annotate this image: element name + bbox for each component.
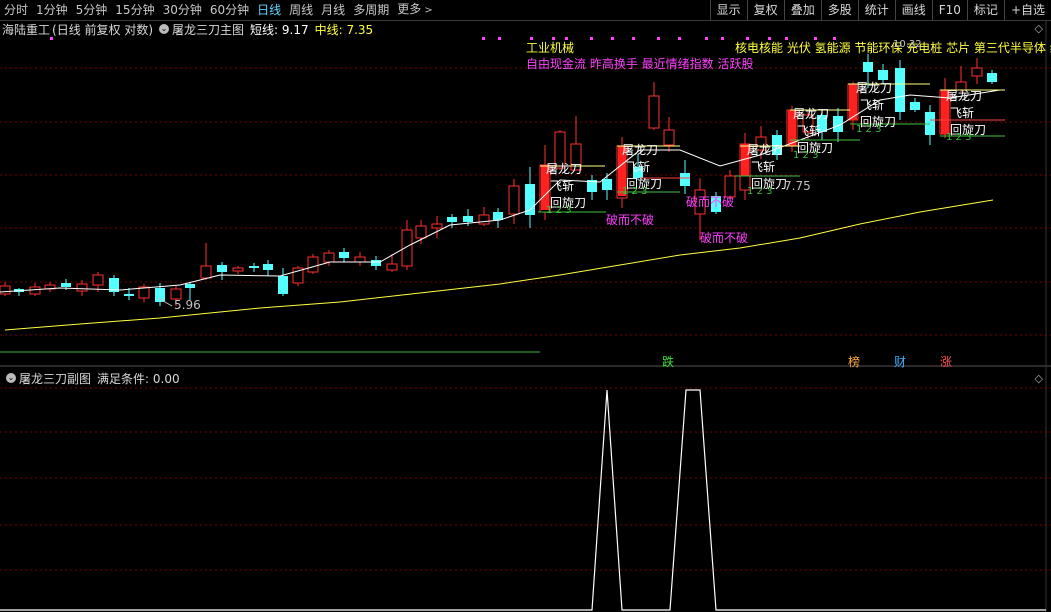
feizhan-label-5: 飞斩	[950, 106, 974, 120]
signal-dot-3	[552, 37, 555, 40]
marker-0: 跌	[662, 354, 674, 369]
candle-body-8	[124, 294, 134, 296]
count-label-4: 1 2 3	[856, 124, 881, 135]
candle-body-33	[508, 185, 520, 215]
candle-body-43	[663, 129, 675, 146]
candle-body-59	[910, 102, 920, 110]
candle-body-2	[29, 286, 41, 295]
candle-body-57	[878, 70, 888, 80]
kline-chart[interactable]: 工业机械 核电核能 光伏 氢能源 节能环保 充电桩 芯片 第三代半导体 约自由现金…	[0, 0, 1051, 612]
candle-body-16	[249, 266, 259, 268]
candle-body-21	[323, 252, 335, 263]
signal-dot-5	[590, 37, 593, 40]
candle-body-14	[217, 265, 227, 272]
signal-dot-11	[721, 37, 724, 40]
signal-dot-left	[50, 37, 53, 40]
signal-dot-16	[833, 37, 836, 40]
tulong-label-3: 屠龙刀	[793, 107, 829, 121]
sub-indicator-line	[0, 389, 1046, 611]
candle-body-27	[415, 225, 427, 239]
signal-dot-13	[768, 37, 771, 40]
chip-price-label: 7.75	[784, 179, 811, 193]
signal-dot-10	[705, 37, 708, 40]
signal-dot-14	[785, 37, 788, 40]
concept-text-left: 工业机械	[526, 40, 574, 55]
signal-dot-6	[611, 37, 614, 40]
signal-dot-12	[746, 37, 749, 40]
candle-body-17	[263, 264, 273, 270]
feizhan-label-2: 飞斩	[751, 160, 775, 174]
candle-body-31	[478, 214, 490, 225]
candle-body-47	[724, 175, 736, 198]
candle-body-28	[431, 223, 443, 229]
candle-body-39	[602, 179, 612, 190]
high-price-label: 10.32	[893, 39, 922, 50]
candle-body-13	[200, 265, 212, 279]
feizhan-label-3: 飞斩	[797, 124, 821, 138]
feizhan-label-1: 飞斩	[626, 160, 650, 174]
marker-1: 榜	[848, 354, 860, 369]
candle-body-20	[307, 256, 319, 273]
candle-body-18	[278, 276, 288, 294]
candle-body-26	[401, 229, 413, 267]
signal-dot-8	[657, 37, 660, 40]
signal-dot-2	[530, 37, 533, 40]
tulong-label-4: 屠龙刀	[856, 81, 892, 95]
count-label-5: 1 2 3	[946, 132, 971, 143]
candle-body-5	[76, 283, 88, 292]
tulong-label-0: 屠龙刀	[546, 162, 582, 176]
candle-body-58	[895, 68, 905, 112]
feizhan-label-0: 飞斩	[550, 179, 574, 193]
candle-body-32	[493, 212, 503, 220]
signal-dot-7	[632, 37, 635, 40]
candle-body-64	[987, 73, 997, 82]
concept-text-line2: 自由现金流 昨高换手 最近情绪指数 活跃股	[526, 56, 753, 71]
candle-body-42	[648, 95, 660, 129]
signal-dot-0	[482, 37, 485, 40]
count-label-3: 1 2 3	[793, 150, 818, 161]
candle-body-0	[0, 285, 11, 295]
candle-body-22	[339, 252, 349, 258]
candle-body-4	[61, 283, 71, 287]
candle-body-23	[354, 256, 366, 263]
tulong-label-1: 屠龙刀	[622, 143, 658, 157]
candle-body-30	[463, 216, 473, 222]
tulong-label-5: 屠龙刀	[946, 89, 982, 103]
candle-body-44	[680, 173, 690, 186]
grid-lines	[0, 20, 1051, 612]
candle-body-29	[447, 217, 457, 222]
signal-dot-1	[498, 37, 501, 40]
candle-body-15	[232, 267, 244, 272]
candle-body-12	[185, 284, 195, 288]
low-price-label: 5.96	[174, 298, 201, 312]
marker-3: 涨	[940, 354, 952, 369]
signal-dot-9	[678, 37, 681, 40]
pomianbupo-label-0: 破而不破	[606, 212, 654, 227]
marker-2: 财	[894, 355, 906, 369]
count-label-0: 1 2 3	[546, 205, 571, 216]
tulong-label-2: 屠龙刀	[747, 143, 783, 157]
candle-body-63	[971, 67, 983, 77]
candle-body-10	[155, 288, 165, 302]
candle-body-6	[92, 274, 104, 286]
candles	[0, 54, 997, 306]
feizhan-label-4: 飞斩	[860, 98, 884, 112]
candle-body-25	[386, 263, 398, 271]
pomianbupo-label-2: 破而不破	[700, 230, 748, 245]
candle-body-56	[863, 62, 873, 72]
pomianbupo-label-1: 破而不破	[686, 194, 734, 209]
count-label-1: 1 2 3	[622, 186, 647, 197]
candle-body-24	[371, 260, 381, 266]
count-label-2: 1 2 3	[747, 186, 772, 197]
signal-dot-15	[814, 37, 817, 40]
signal-dot-4	[565, 37, 568, 40]
